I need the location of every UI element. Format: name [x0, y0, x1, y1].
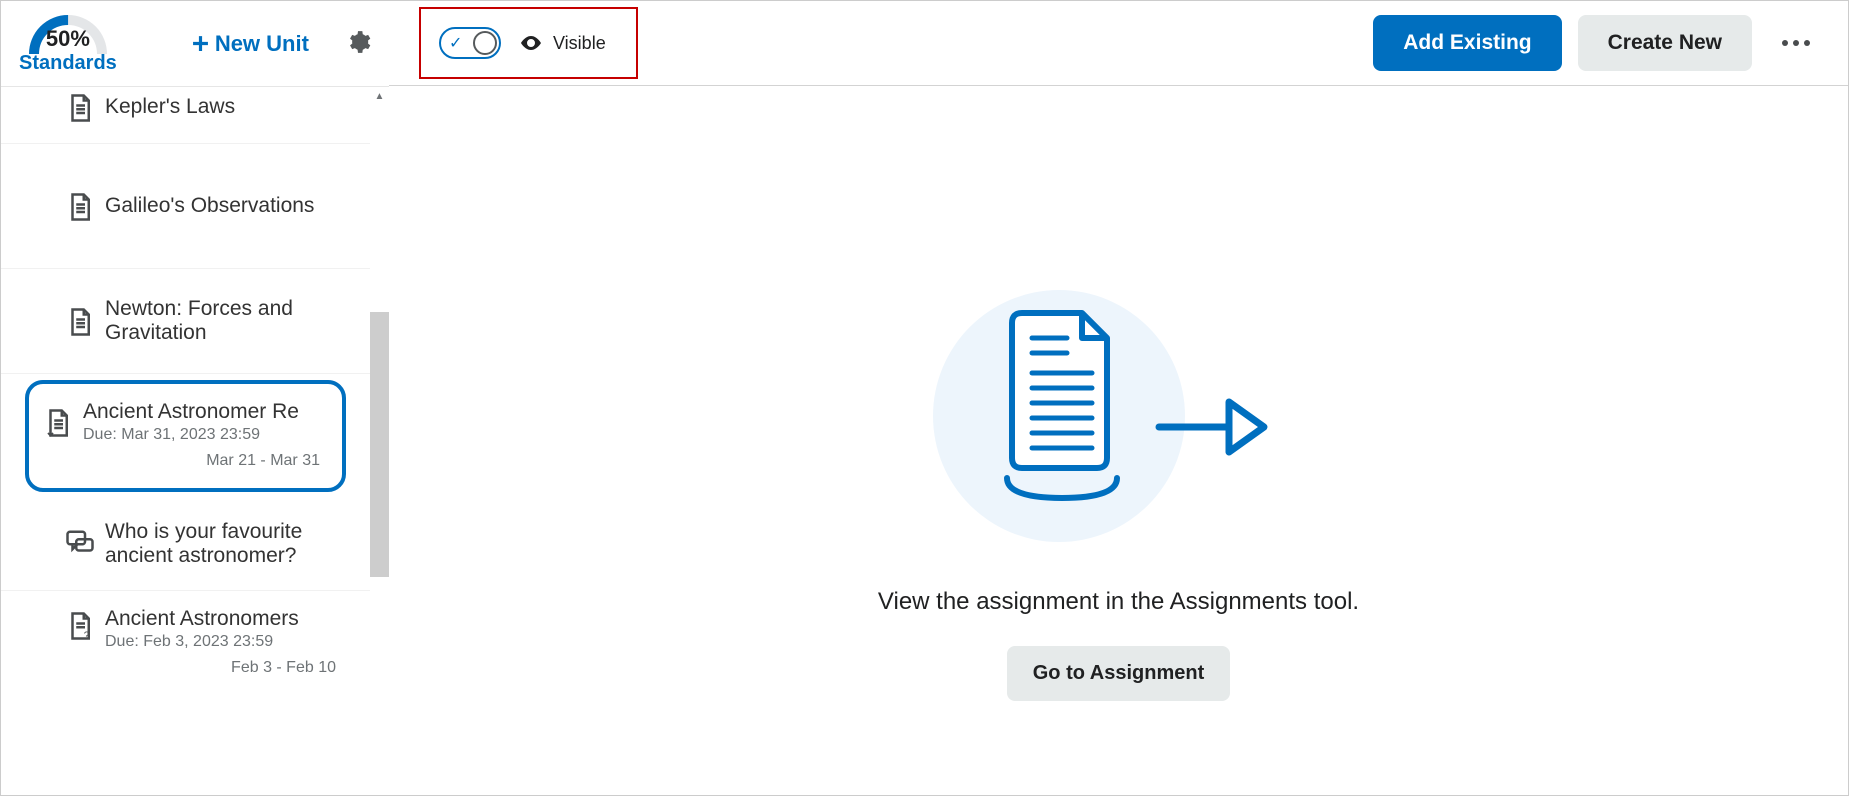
dots-icon	[1782, 40, 1788, 46]
gear-icon	[345, 29, 371, 55]
list-item-title: Newton: Forces and Gravitation	[105, 297, 350, 345]
document-icon	[65, 93, 95, 123]
add-existing-button[interactable]: Add Existing	[1373, 15, 1561, 71]
visibility-toggle[interactable]: ✓	[439, 27, 501, 59]
list-item-date-range: Feb 3 - Feb 10	[105, 659, 350, 677]
progress-arc: 50%	[28, 12, 108, 54]
progress-pct-label: 50%	[28, 26, 108, 52]
list-item-title: Kepler's Laws	[105, 95, 350, 119]
scroll-up-arrow[interactable]: ▲	[370, 87, 389, 106]
quiz-icon: ?	[65, 611, 95, 641]
visibility-label: Visible	[519, 31, 606, 55]
topbar: ✓ Visible Add Existing Create New	[389, 1, 1848, 86]
main-region: ✓ Visible Add Existing Create New	[389, 1, 1848, 795]
list-item-title: Galileo's Observations	[105, 194, 350, 218]
main-content: View the assignment in the Assignments t…	[389, 86, 1848, 795]
scrollbar-thumb[interactable]	[370, 312, 389, 577]
list-item[interactable]: Newton: Forces and Gravitation	[1, 269, 370, 374]
go-to-assignment-button[interactable]: Go to Assignment	[1007, 646, 1230, 701]
progress-standards-widget[interactable]: 50% Standards	[19, 12, 117, 75]
sidebar-header: 50% Standards New Unit	[1, 1, 389, 86]
new-unit-label: New Unit	[215, 31, 309, 57]
list-item-date-range: Mar 21 - Mar 31	[83, 452, 342, 470]
list-item[interactable]: ? Ancient Astronomers Due: Feb 3, 2023 2…	[1, 591, 370, 683]
standards-link[interactable]: Standards	[19, 52, 117, 75]
empty-state-text: View the assignment in the Assignments t…	[878, 588, 1359, 616]
eye-icon	[519, 31, 543, 55]
list-item[interactable]: Kepler's Laws	[1, 87, 370, 144]
svg-text:?: ?	[84, 631, 90, 642]
toggle-knob	[473, 31, 497, 55]
sidebar-list-region: Kepler's Laws Galileo's Observations	[1, 86, 389, 795]
assignment-illustration	[919, 290, 1319, 570]
new-unit-button[interactable]: New Unit	[192, 31, 309, 57]
sidebar-scrollbar[interactable]: ▲	[370, 87, 389, 795]
discussion-icon	[65, 528, 95, 558]
check-icon: ✓	[449, 33, 462, 53]
list-item-due: Due: Feb 3, 2023 23:59	[105, 633, 350, 651]
visibility-toggle-highlight: ✓ Visible	[419, 7, 638, 79]
arrow-right-icon	[1154, 392, 1274, 462]
more-actions-button[interactable]	[1772, 30, 1820, 56]
sidebar-items: Kepler's Laws Galileo's Observations	[1, 87, 370, 795]
assignment-icon	[43, 408, 73, 438]
list-item-selected[interactable]: Ancient Astronomer Re Due: Mar 31, 2023 …	[25, 380, 346, 492]
list-item[interactable]: Who is your favourite ancient astronomer…	[1, 498, 370, 591]
document-icon	[65, 307, 95, 337]
create-new-button[interactable]: Create New	[1578, 15, 1752, 71]
document-icon	[65, 192, 95, 222]
plus-icon	[192, 35, 209, 52]
list-item-due: Due: Mar 31, 2023 23:59	[83, 426, 342, 444]
settings-button[interactable]	[345, 29, 371, 58]
list-item[interactable]: Galileo's Observations	[1, 144, 370, 269]
assignment-document-icon	[987, 308, 1137, 508]
sidebar: 50% Standards New Unit Kepl	[1, 1, 389, 795]
list-item-title: Ancient Astronomer Re	[83, 400, 328, 424]
list-item-title: Ancient Astronomers	[105, 607, 350, 631]
list-item-title: Who is your favourite ancient astronomer…	[105, 520, 350, 568]
